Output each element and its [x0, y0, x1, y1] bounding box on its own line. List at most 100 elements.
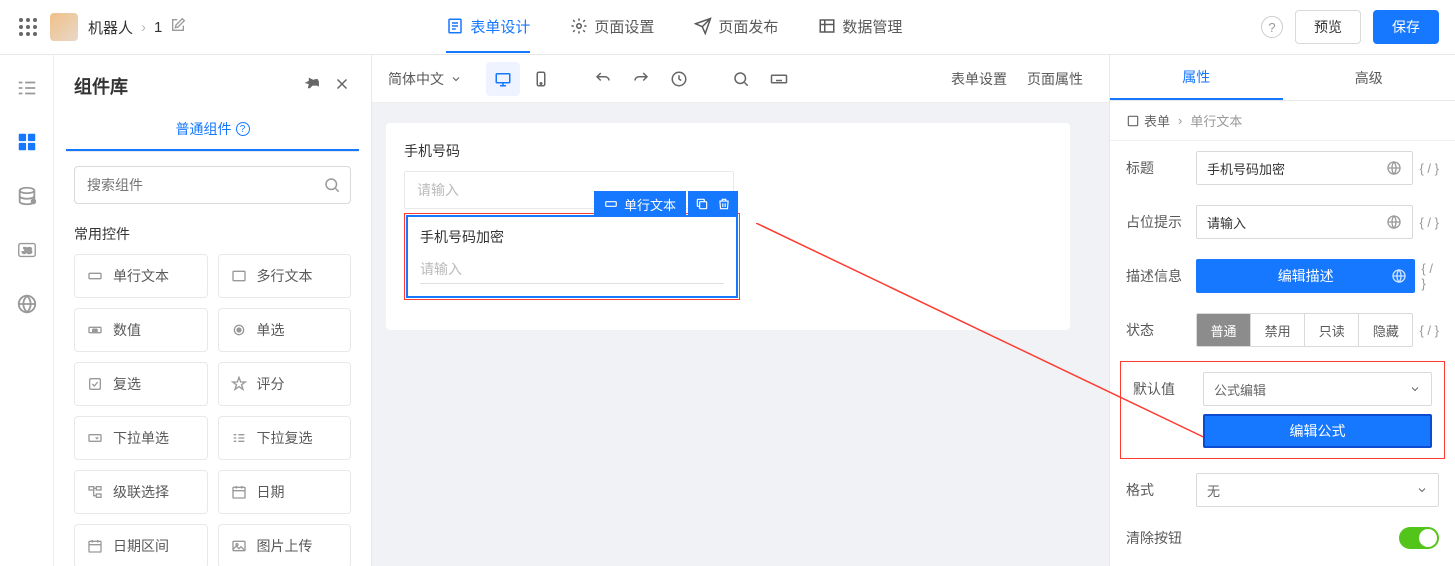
sidebar-header: 组件库 [54, 55, 371, 109]
globe-icon[interactable] [1386, 160, 1402, 176]
avatar[interactable] [50, 13, 78, 41]
history-group [572, 62, 710, 96]
widget-cascader[interactable]: 级联选择 [74, 470, 208, 514]
apps-grid-icon[interactable] [16, 15, 40, 39]
widget-checkbox[interactable]: 复选 [74, 362, 208, 406]
tab-data-manage[interactable]: 数据管理 [818, 2, 902, 53]
left-rail: JS [0, 55, 54, 566]
delete-icon[interactable] [714, 194, 734, 214]
canvas-area: 简体中文 表单设置 页面属性 [372, 55, 1109, 566]
widget-number[interactable]: 09数值 [74, 308, 208, 352]
tab-page-settings[interactable]: 页面设置 [570, 2, 654, 53]
sidebar-title: 组件库 [74, 73, 128, 99]
status-radio: 普通 禁用 只读 隐藏 [1196, 313, 1413, 347]
copy-icon[interactable] [692, 194, 712, 214]
undo-icon[interactable] [586, 62, 620, 96]
canvas[interactable]: 手机号码 请输入 单行文本 [372, 103, 1109, 566]
rail-globe-icon[interactable] [14, 291, 40, 317]
default-select[interactable]: 公式编辑 [1203, 372, 1432, 406]
clear-button-switch[interactable] [1399, 527, 1439, 549]
main: JS 组件库 普通组件 ? 常用控件 单行文本 多行文本 09数值 单选 [0, 55, 1455, 566]
placeholder-input[interactable]: 请输入 [1196, 205, 1413, 239]
page-number[interactable]: 1 [154, 19, 162, 36]
svg-text:09: 09 [92, 328, 98, 333]
edit-formula-button[interactable]: 编辑公式 [1203, 414, 1432, 448]
help-icon[interactable]: ? [1261, 16, 1283, 38]
rail-data-icon[interactable] [14, 183, 40, 209]
widget-image[interactable]: 图片上传 [218, 524, 352, 566]
redo-icon[interactable] [624, 62, 658, 96]
prop-clear-button: 清除按钮 [1110, 517, 1455, 559]
props-tab-advanced[interactable]: 高级 [1283, 55, 1455, 100]
sidebar-tab-normal[interactable]: 普通组件 ? [66, 109, 359, 151]
selected-header: 单行文本 [594, 191, 738, 217]
save-button[interactable]: 保存 [1373, 10, 1439, 44]
rail-components-icon[interactable] [14, 129, 40, 155]
device-desktop-icon[interactable] [486, 62, 520, 96]
props-tab-attr[interactable]: 属性 [1110, 55, 1283, 100]
widget-text[interactable]: 单行文本 [74, 254, 208, 298]
device-mobile-icon[interactable] [524, 62, 558, 96]
app-name[interactable]: 机器人 [88, 17, 133, 38]
toolbar-right: 表单设置 页面属性 [931, 69, 1103, 89]
breadcrumb-sep: › [141, 19, 146, 36]
search-icon [323, 176, 341, 194]
search-box [74, 166, 351, 204]
title-input[interactable]: 手机号码加密 [1196, 151, 1413, 185]
crumb-field: 单行文本 [1190, 111, 1242, 130]
preview-button[interactable]: 预览 [1295, 10, 1361, 44]
svg-text:JS: JS [21, 247, 32, 256]
header-right: ? 预览 保存 [1261, 10, 1439, 44]
selected-field[interactable]: 单行文本 手机号码加密 请输入 [406, 215, 738, 298]
chevron-down-icon [450, 73, 462, 85]
rail-js-icon[interactable]: JS [14, 237, 40, 263]
crumb-form[interactable]: 表单 [1126, 111, 1170, 130]
crumb-sep: › [1178, 113, 1182, 128]
widget-rate[interactable]: 评分 [218, 362, 352, 406]
status-readonly[interactable]: 只读 [1305, 314, 1359, 346]
formula-tag[interactable]: { / } [1419, 161, 1439, 176]
formula-tag[interactable]: { / } [1419, 323, 1439, 338]
widget-daterange[interactable]: 日期区间 [74, 524, 208, 566]
widget-multiselect[interactable]: 下拉复选 [218, 416, 352, 460]
prop-description: 描述信息 编辑描述 { / } [1110, 249, 1455, 303]
widget-radio[interactable]: 单选 [218, 308, 352, 352]
breadcrumb: 机器人 › 1 [88, 17, 186, 38]
section-title: 常用控件 [54, 218, 371, 254]
selected-label: 手机号码加密 [420, 227, 724, 247]
widget-date[interactable]: 日期 [218, 470, 352, 514]
globe-icon[interactable] [1386, 214, 1402, 230]
keyboard-icon[interactable] [762, 62, 796, 96]
edit-description-button[interactable]: 编辑描述 [1196, 259, 1415, 293]
prop-title: 标题 手机号码加密 { / } [1110, 141, 1455, 195]
status-normal[interactable]: 普通 [1197, 314, 1251, 346]
props-breadcrumb: 表单 › 单行文本 [1110, 101, 1455, 141]
formula-tag[interactable]: { / } [1421, 261, 1439, 291]
history-icon[interactable] [662, 62, 696, 96]
status-disabled[interactable]: 禁用 [1251, 314, 1305, 346]
rail-outline-icon[interactable] [14, 75, 40, 101]
selected-field-annotation: 单行文本 手机号码加密 请输入 [404, 213, 740, 300]
widget-textarea[interactable]: 多行文本 [218, 254, 352, 298]
sidebar-actions [303, 75, 351, 98]
top-header: 机器人 › 1 表单设计 页面设置 页面发布 数据管理 ? 预览 保存 [0, 0, 1455, 55]
widget-select[interactable]: 下拉单选 [74, 416, 208, 460]
format-select[interactable]: 无 [1196, 473, 1439, 507]
page-attrs-link[interactable]: 页面属性 [1027, 69, 1083, 89]
props-tabs: 属性 高级 [1110, 55, 1455, 101]
selected-chip[interactable]: 单行文本 [594, 191, 686, 217]
canvas-toolbar: 简体中文 表单设置 页面属性 [372, 55, 1109, 103]
zoom-icon[interactable] [724, 62, 758, 96]
field-label: 手机号码 [404, 141, 1052, 161]
language-select[interactable]: 简体中文 [378, 69, 472, 89]
form-settings-link[interactable]: 表单设置 [951, 69, 1007, 89]
edit-icon[interactable] [170, 17, 186, 37]
close-icon[interactable] [333, 75, 351, 98]
search-input[interactable] [74, 166, 351, 204]
status-hidden[interactable]: 隐藏 [1359, 314, 1412, 346]
pin-icon[interactable] [303, 75, 321, 98]
tab-form-design[interactable]: 表单设计 [446, 2, 530, 53]
component-sidebar: 组件库 普通组件 ? 常用控件 单行文本 多行文本 09数值 单选 复选 评分 … [54, 55, 372, 566]
tab-page-publish[interactable]: 页面发布 [694, 2, 778, 53]
formula-tag[interactable]: { / } [1419, 215, 1439, 230]
